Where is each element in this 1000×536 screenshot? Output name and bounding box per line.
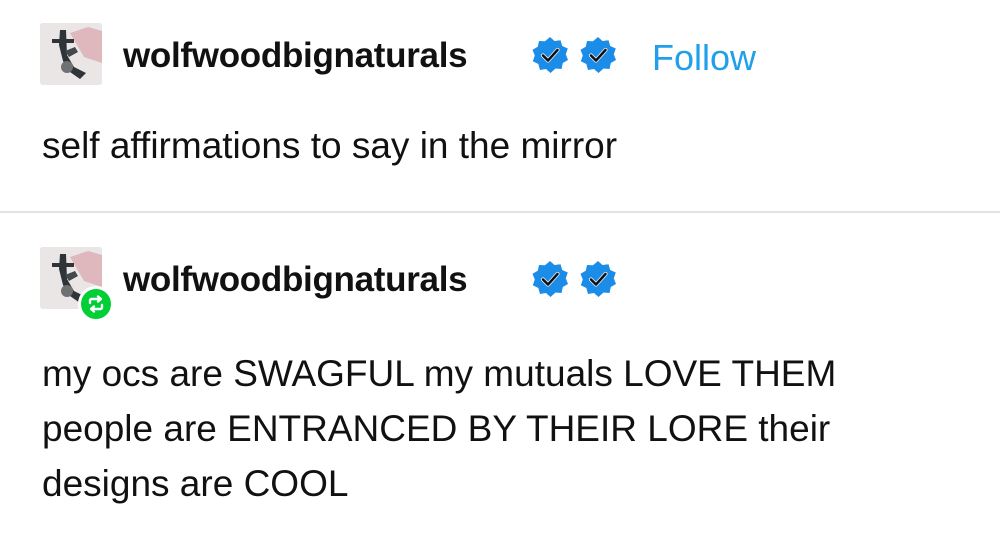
post-original: wolfwoodbignaturals Follow self affirmat… <box>0 0 1000 212</box>
reblog-arrows-icon <box>88 295 104 313</box>
post-text-line: designs are COOL <box>42 463 349 504</box>
badge-group <box>530 259 618 299</box>
avatar-image <box>40 23 102 85</box>
post-text: my ocs are SWAGFUL my mutuals LOVE THEM … <box>42 346 972 511</box>
verified-icon <box>580 261 616 297</box>
verified-icon <box>532 261 568 297</box>
post-text: self affirmations to say in the mirror <box>42 125 618 166</box>
badge-group <box>530 35 618 75</box>
reblog-icon <box>78 286 114 322</box>
username[interactable]: wolfwoodbignaturals <box>123 260 468 300</box>
verified-icon <box>580 37 616 73</box>
post-text-line: my ocs are SWAGFUL my mutuals LOVE THEM <box>42 353 837 394</box>
follow-button[interactable]: Follow <box>652 37 756 79</box>
verified-icon <box>532 37 568 73</box>
post-reblog: wolfwoodbignaturals my ocs are SWAGFUL m… <box>0 213 1000 536</box>
avatar[interactable] <box>40 23 102 85</box>
post-text-line: people are ENTRANCED BY THEIR LORE their <box>42 408 831 449</box>
username[interactable]: wolfwoodbignaturals <box>123 36 468 76</box>
